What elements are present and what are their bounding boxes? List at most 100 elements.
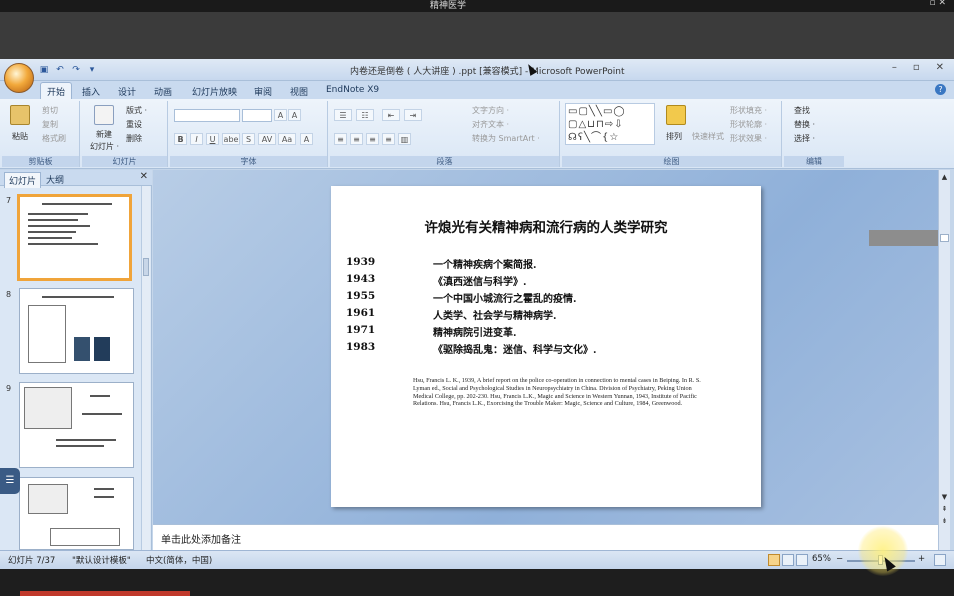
customize-icon[interactable]: ▾: [86, 64, 98, 76]
shapes-gallery[interactable]: ▭▢╲╲▭◯ ▢△⊔⊓⇨⇩ ☊ʕ╲⌒{☆: [565, 103, 655, 145]
scroll-thumb[interactable]: [940, 234, 949, 242]
tab-outline-panel[interactable]: 大纲: [42, 172, 68, 187]
delete-button[interactable]: 删除: [126, 133, 142, 144]
grow-font-button[interactable]: A: [274, 109, 287, 121]
arrange-button[interactable]: 排列: [666, 131, 682, 142]
work-year: 1971: [346, 324, 376, 336]
office-button[interactable]: [4, 63, 34, 93]
notes-pane[interactable]: 单击此处添加备注: [153, 524, 938, 550]
strike-button[interactable]: abe: [222, 133, 240, 145]
slides-panel-scrollbar[interactable]: [141, 186, 150, 550]
tab-design[interactable]: 设计: [112, 83, 142, 100]
slideshow-view-icon[interactable]: [796, 554, 808, 566]
tab-endnote[interactable]: EndNote X9: [320, 83, 385, 97]
slide-thumb-7[interactable]: [17, 194, 132, 281]
bullets-icon[interactable]: ☰: [334, 109, 352, 121]
align-text-button[interactable]: 对齐文本 ·: [472, 119, 509, 130]
panel-close-icon[interactable]: ✕: [140, 171, 148, 182]
bold-button[interactable]: B: [174, 133, 187, 145]
close-button[interactable]: ✕: [936, 62, 944, 73]
decrease-indent-icon[interactable]: ⇤: [382, 109, 400, 121]
shrink-font-button[interactable]: A: [288, 109, 301, 121]
slides-panel-scroll-thumb[interactable]: [143, 258, 149, 276]
group-font: A A B I U abe S AV Aa A 字体: [170, 101, 328, 167]
paste-icon[interactable]: [10, 105, 30, 125]
new-slide-dropdown[interactable]: 幻灯片 ·: [90, 141, 119, 152]
tab-slides-panel[interactable]: 幻灯片: [4, 172, 42, 188]
font-size-field[interactable]: [242, 109, 272, 122]
fit-window-icon[interactable]: [934, 554, 946, 566]
format-painter-button[interactable]: 格式刷: [42, 133, 66, 144]
zoom-level[interactable]: 65%: [812, 554, 831, 564]
tab-insert[interactable]: 插入: [76, 83, 106, 100]
shadow-button[interactable]: S: [242, 133, 255, 145]
slide-thumb-10[interactable]: [19, 477, 134, 550]
window-title: 内卷还是倒卷 ( 人大讲座 ) .ppt [兼容模式] - Microsoft …: [350, 67, 625, 77]
smartart-button[interactable]: 转换为 SmartArt ·: [472, 133, 540, 144]
minimize-button[interactable]: –: [892, 62, 897, 73]
slide[interactable]: 许烺光有关精神病和流行病的人类学研究 1939 一个精神疾病个案简报. 1943…: [331, 186, 761, 507]
slide-canvas: 许烺光有关精神病和流行病的人类学研究 1939 一个精神疾病个案简报. 1943…: [153, 170, 939, 533]
cursor-highlight: [858, 526, 908, 576]
align-left-icon[interactable]: ≡: [334, 133, 347, 145]
font-name-field[interactable]: [174, 109, 240, 122]
quick-styles-button[interactable]: 快速样式: [692, 131, 724, 142]
reset-button[interactable]: 重设: [126, 119, 142, 130]
select-button[interactable]: 选择 ·: [794, 133, 815, 144]
work-year: 1943: [346, 273, 376, 285]
cut-button[interactable]: 剪切: [42, 105, 58, 116]
find-button[interactable]: 查找: [794, 105, 810, 116]
shape-effects-button[interactable]: 形状效果 ·: [730, 133, 767, 144]
new-slide-button[interactable]: 新建: [96, 129, 112, 140]
restore-button[interactable]: ▫: [913, 62, 920, 73]
editing-label: 编辑: [784, 156, 844, 167]
tab-slideshow[interactable]: 幻灯片放映: [186, 83, 243, 100]
underline-button[interactable]: U: [206, 133, 219, 145]
arrange-icon[interactable]: [666, 105, 686, 125]
tab-review[interactable]: 审阅: [248, 83, 278, 100]
increase-indent-icon[interactable]: ⇥: [404, 109, 422, 121]
justify-icon[interactable]: ≡: [382, 133, 395, 145]
tab-home[interactable]: 开始: [40, 82, 73, 100]
group-clipboard: 粘贴 剪切 复制 格式刷 剪贴板: [2, 101, 80, 167]
new-slide-icon[interactable]: [94, 105, 114, 125]
language-status[interactable]: 中文(简体，中国): [146, 554, 212, 566]
zoom-in-button[interactable]: +: [918, 554, 925, 564]
tab-animation[interactable]: 动画: [148, 83, 178, 100]
font-color-button[interactable]: A: [300, 133, 313, 145]
slide-sorter-icon[interactable]: [782, 554, 794, 566]
normal-view-icon[interactable]: [768, 554, 780, 566]
zoom-out-button[interactable]: −: [836, 554, 843, 564]
paste-button[interactable]: 粘贴: [12, 131, 28, 142]
shape-fill-button[interactable]: 形状填充 ·: [730, 105, 767, 116]
copy-button[interactable]: 复制: [42, 119, 58, 130]
slide-number-7: 7: [6, 196, 12, 205]
slide-scrollbar[interactable]: ▲ ▼ ⇞ ⇟: [938, 170, 950, 550]
tab-view[interactable]: 视图: [284, 83, 314, 100]
drawing-label: 绘图: [562, 156, 781, 167]
numbering-icon[interactable]: ☷: [356, 109, 374, 121]
prev-slide-icon[interactable]: ⇞: [940, 504, 949, 514]
scroll-up-icon[interactable]: ▲: [940, 172, 949, 182]
notes-placeholder[interactable]: 单击此处添加备注: [161, 531, 241, 546]
slide-thumb-8[interactable]: [19, 288, 134, 374]
redo-icon[interactable]: ↷: [70, 64, 82, 76]
columns-icon[interactable]: ▥: [398, 133, 411, 145]
italic-button[interactable]: I: [190, 133, 203, 145]
replace-button[interactable]: 替换 ·: [794, 119, 815, 130]
side-menu-icon[interactable]: ☰: [0, 468, 20, 494]
top-controls[interactable]: ▫ ✕: [929, 0, 946, 8]
next-slide-icon[interactable]: ⇟: [940, 516, 949, 526]
change-case-button[interactable]: Aa: [278, 133, 296, 145]
text-direction-button[interactable]: 文字方向 ·: [472, 105, 509, 116]
layout-button[interactable]: 版式 ·: [126, 105, 147, 116]
align-center-icon[interactable]: ≡: [350, 133, 363, 145]
help-icon[interactable]: ?: [935, 84, 946, 95]
save-icon[interactable]: ▣: [38, 64, 50, 76]
scroll-down-icon[interactable]: ▼: [940, 492, 949, 502]
shape-outline-button[interactable]: 形状轮廓 ·: [730, 119, 767, 130]
char-spacing-button[interactable]: AV: [258, 133, 276, 145]
undo-icon[interactable]: ↶: [54, 64, 66, 76]
slide-thumb-9[interactable]: [19, 382, 134, 468]
align-right-icon[interactable]: ≡: [366, 133, 379, 145]
